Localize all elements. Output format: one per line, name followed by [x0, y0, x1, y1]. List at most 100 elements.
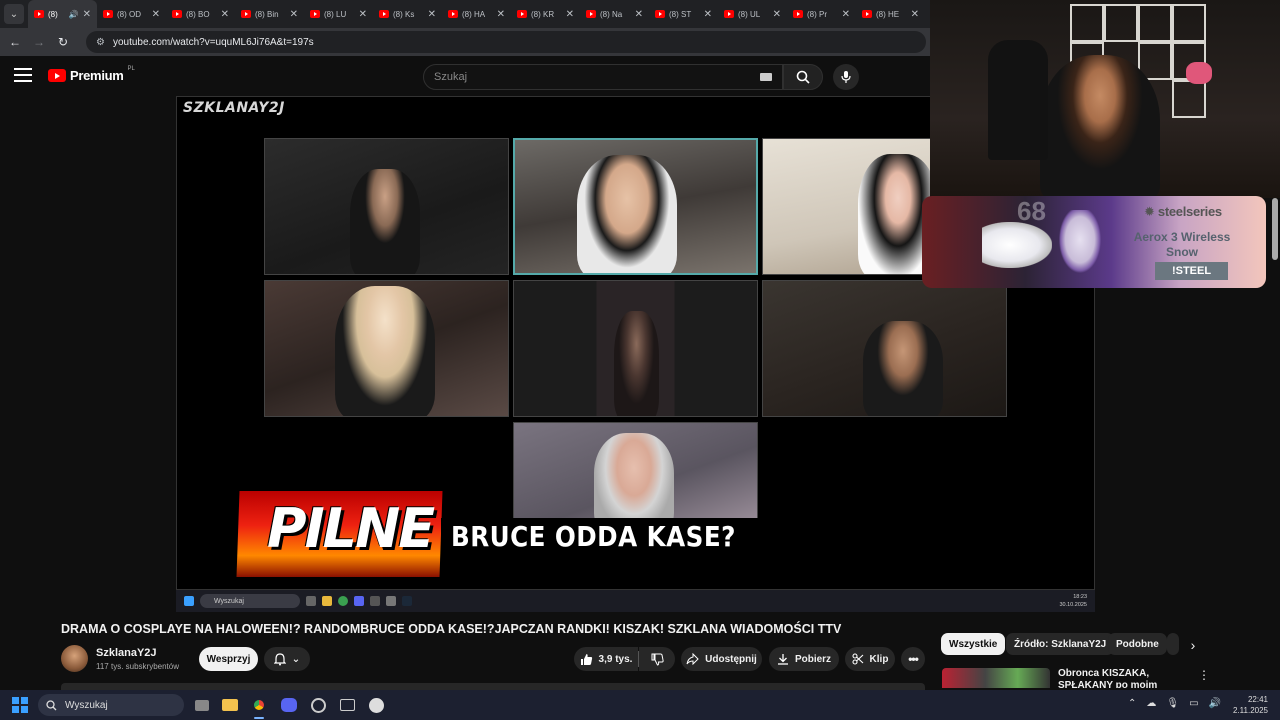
inner-date: 30.10.2025: [1059, 602, 1087, 608]
tab-close-icon[interactable]: ✕: [635, 9, 643, 20]
logo-region: PL: [127, 65, 135, 72]
back-icon[interactable]: ←: [6, 33, 24, 51]
search-input[interactable]: Szukaj: [423, 64, 783, 90]
browser-tab[interactable]: (8) Ks ✕: [373, 0, 442, 28]
inner-search-box: Wyszukaj: [200, 594, 300, 608]
tab-title: (8) HA: [462, 9, 486, 19]
app-icon[interactable]: [308, 695, 328, 715]
browser-tab[interactable]: (8) KR ✕: [511, 0, 580, 28]
browser-tab[interactable]: (8) BO ✕: [166, 0, 235, 28]
youtube-favicon-icon: [724, 10, 734, 18]
display-icon[interactable]: ▭: [1189, 698, 1198, 709]
youtube-logo[interactable]: Premium PL: [48, 65, 135, 83]
discord-icon: [354, 596, 364, 606]
tab-close-icon[interactable]: ✕: [911, 9, 919, 20]
app-icon[interactable]: [337, 695, 357, 715]
inner-clock: 18:23 30.10.2025: [1059, 593, 1087, 609]
url-field[interactable]: ⚙ youtube.com/watch?v=uquML6Ji76A&t=197s: [86, 31, 926, 53]
share-button[interactable]: Udostępnij: [681, 647, 762, 671]
tab-close-icon[interactable]: ✕: [428, 9, 436, 20]
microphone-icon[interactable]: 🎙: [1166, 698, 1179, 709]
recommendation-thumbnail[interactable]: [942, 668, 1050, 688]
volume-icon[interactable]: 🔊: [1209, 698, 1221, 709]
microphone-icon: [841, 71, 851, 83]
tab-title: (8) UL: [738, 9, 761, 19]
clip-button[interactable]: Klip: [845, 647, 895, 671]
tab-title: (8) BO: [186, 9, 210, 19]
tab-close-icon[interactable]: ✕: [359, 9, 367, 20]
tab-close-icon[interactable]: ✕: [704, 9, 712, 20]
browser-tab[interactable]: (8) Bin ✕: [235, 0, 304, 28]
menu-icon[interactable]: [14, 68, 32, 82]
search-placeholder: Szukaj: [434, 71, 468, 83]
chrome-icon[interactable]: [249, 695, 269, 715]
tab-close-icon[interactable]: ✕: [773, 9, 781, 20]
chevron-down-icon: ⌄: [291, 653, 301, 665]
browser-tab[interactable]: (8) ST ✕: [649, 0, 718, 28]
thumbs-down-icon: [651, 653, 664, 666]
download-button[interactable]: Pobierz: [769, 647, 839, 671]
more-icon: •••: [908, 652, 919, 666]
tab-close-icon[interactable]: ✕: [290, 9, 298, 20]
voice-search-button[interactable]: [833, 64, 859, 90]
tab-close-icon[interactable]: ✕: [152, 9, 160, 20]
browser-tab[interactable]: (8) Na ✕: [580, 0, 649, 28]
clip-label: Klip: [869, 653, 889, 665]
keyboard-icon[interactable]: [760, 73, 772, 81]
taskbar-search-placeholder: Wyszukaj: [65, 699, 108, 711]
start-button[interactable]: [12, 697, 28, 713]
search-button[interactable]: [783, 64, 823, 90]
browser-tab[interactable]: (8) OD ✕: [97, 0, 166, 28]
participant-camera: [513, 138, 758, 275]
more-actions-button[interactable]: •••: [901, 647, 925, 671]
address-bar-row: ← → ↻ ⚙ youtube.com/watch?v=uquML6Ji76A&…: [0, 28, 930, 56]
site-info-icon[interactable]: ⚙: [96, 37, 105, 48]
chevron-up-icon[interactable]: ⌃: [1128, 698, 1136, 709]
discord-icon[interactable]: [279, 695, 299, 715]
browser-tab[interactable]: (8) UL ✕: [718, 0, 787, 28]
browser-tab[interactable]: (8) HA ✕: [442, 0, 511, 28]
chip-related[interactable]: Podobne: [1108, 633, 1167, 655]
youtube-favicon-icon: [241, 10, 251, 18]
channel-avatar[interactable]: [61, 645, 88, 672]
tab-close-icon[interactable]: ✕: [83, 9, 91, 20]
support-button[interactable]: Wesprzyj: [199, 647, 258, 671]
notifications-button[interactable]: ⌄: [264, 647, 310, 671]
scrollbar[interactable]: [1272, 198, 1278, 260]
cloud-icon[interactable]: ☁: [1146, 698, 1156, 709]
clock-date: 2.11.2025: [1233, 706, 1268, 715]
youtube-favicon-icon: [517, 10, 527, 18]
browser-tab[interactable]: (8) 🔊 ✕: [28, 0, 97, 28]
chip-more[interactable]: [1167, 633, 1179, 655]
url-text: youtube.com/watch?v=uquML6Ji76A&t=197s: [112, 36, 314, 48]
participant-figure: [614, 311, 659, 416]
tab-close-icon[interactable]: ✕: [566, 9, 574, 20]
chip-all[interactable]: Wszystkie: [941, 633, 1006, 655]
steam-icon[interactable]: [366, 695, 386, 715]
chevron-right-icon[interactable]: ›: [1182, 634, 1204, 656]
file-explorer-icon[interactable]: [220, 695, 240, 715]
browser-tab[interactable]: (8) HE ✕: [856, 0, 925, 28]
taskbar-search[interactable]: Wyszukaj: [38, 694, 184, 716]
forward-icon[interactable]: →: [30, 33, 48, 51]
pink-figure: [1186, 62, 1212, 84]
bell-icon: [273, 652, 286, 665]
tab-close-icon[interactable]: ✕: [221, 9, 229, 20]
channel-name[interactable]: SzklanaY2J: [96, 647, 157, 659]
tab-close-icon[interactable]: ✕: [497, 9, 505, 20]
task-view-icon[interactable]: [192, 695, 212, 715]
tab-search-chevron-icon[interactable]: ⌄: [4, 4, 24, 24]
more-vertical-icon[interactable]: ⋮: [1198, 668, 1210, 682]
browser-tab[interactable]: (8) LU ✕: [304, 0, 373, 28]
speaker-icon[interactable]: 🔊: [69, 10, 79, 19]
participant-camera: [264, 138, 509, 275]
browser-tab[interactable]: (8) Pr ✕: [787, 0, 856, 28]
reload-icon[interactable]: ↻: [54, 33, 72, 51]
tab-close-icon[interactable]: ✕: [842, 9, 850, 20]
dislike-button[interactable]: [639, 647, 675, 671]
chip-source[interactable]: Źródło: SzklanaY2J: [1006, 633, 1115, 655]
like-button[interactable]: 3,9 tys.: [574, 647, 638, 671]
recommendation-title[interactable]: Obronca KISZAKA, SPŁAKANY po moim FILMIE…: [1058, 668, 1188, 688]
sponsor-ad-card: 68 ✹ steelseries Aerox 3 Wireless Snow !…: [922, 196, 1266, 288]
system-clock[interactable]: 22:41 2.11.2025: [1228, 694, 1268, 716]
